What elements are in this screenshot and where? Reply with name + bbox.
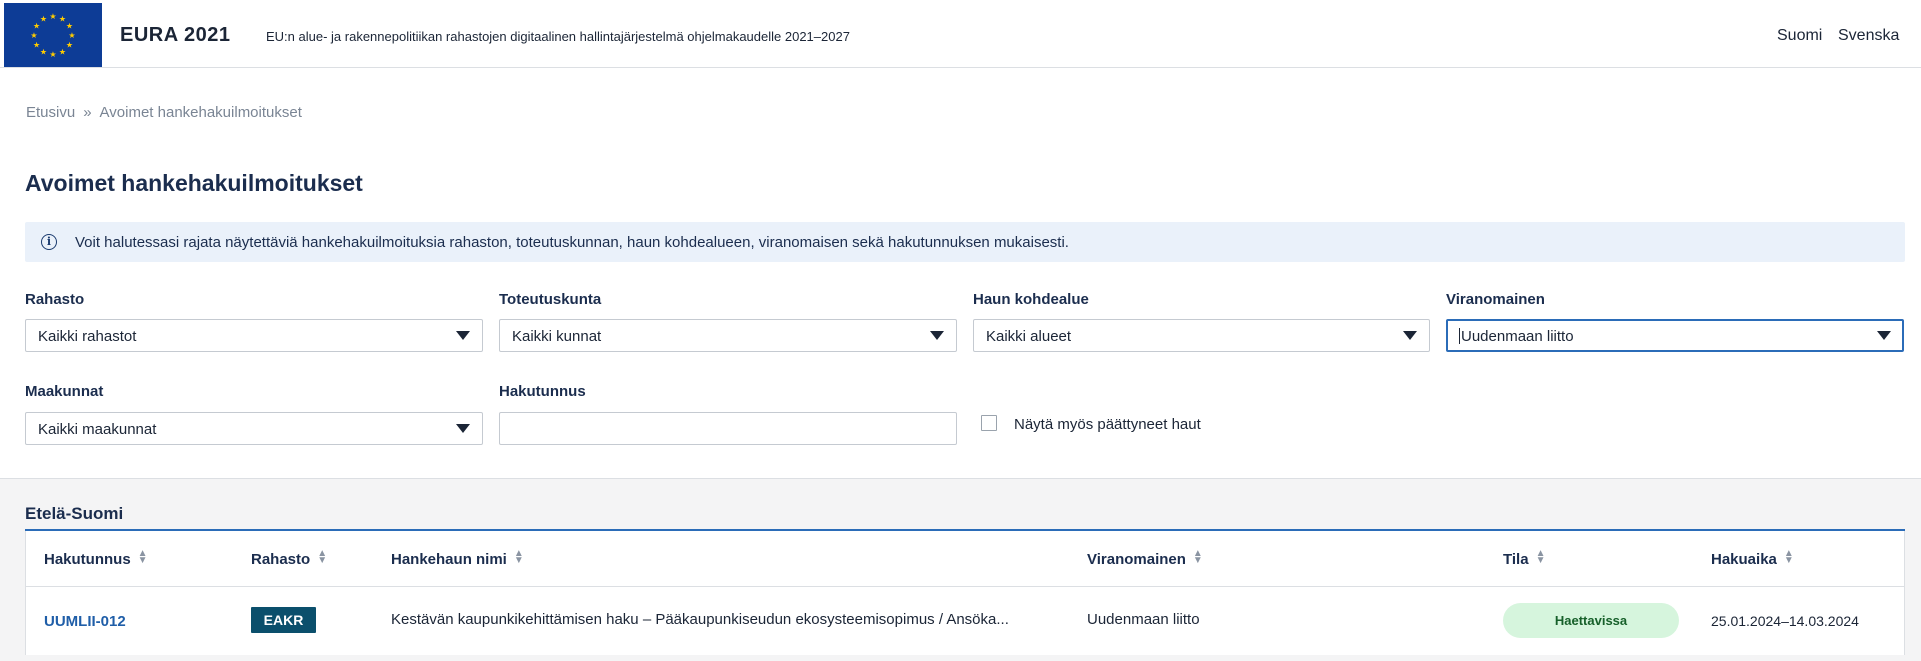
sort-icon: ▲ ▼ [1783, 548, 1794, 566]
chevron-down-icon [930, 331, 944, 340]
rahasto-label: Rahasto [25, 291, 85, 308]
kohdealue-value: Kaikki alueet [986, 328, 1072, 345]
toteutuskunta-select[interactable]: Kaikki kunnat [499, 319, 957, 352]
kohdealue-label: Haun kohdealue [973, 291, 1089, 308]
column-hakutunnus-label: Hakutunnus [44, 551, 131, 568]
flag-star: ★ [33, 41, 40, 50]
column-rahasto-label: Rahasto [251, 551, 311, 568]
sort-icon: ▲ ▼ [513, 548, 524, 566]
viranomainen-value-text: Uudenmaan liitto [1461, 328, 1574, 345]
flag-star: ★ [66, 22, 73, 31]
sort-icon: ▲ ▼ [1535, 548, 1546, 566]
flag-star: ★ [66, 41, 73, 50]
results-table: Hakutunnus ▲ ▼ Rahasto ▲ ▼ Hankehaun nimi ▲ ▼ … [25, 531, 1905, 655]
fund-badge: EAKR [251, 607, 316, 633]
status-badge: Haettavissa [1503, 603, 1679, 638]
hakutunnus-link[interactable]: UUMLII-012 [44, 613, 126, 630]
rahasto-value: Kaikki rahastot [38, 328, 137, 345]
column-rahasto[interactable]: Rahasto ▲ ▼ [251, 548, 328, 569]
maakunnat-select[interactable]: Kaikki maakunnat [25, 412, 483, 445]
sort-icon: ▲ ▼ [137, 548, 148, 566]
column-tila-label: Tila [1503, 551, 1529, 568]
column-nimi[interactable]: Hankehaun nimi ▲ ▼ [391, 548, 524, 569]
column-nimi-label: Hankehaun nimi [391, 551, 507, 568]
flag-star: ★ [49, 12, 56, 21]
show-ended-label[interactable]: Näytä myös päättyneet haut [1014, 416, 1201, 433]
column-hakutunnus[interactable]: Hakutunnus ▲ ▼ [44, 548, 148, 569]
column-hakuaika-label: Hakuaika [1711, 551, 1777, 568]
table-header-divider [26, 586, 1904, 587]
flag-star: ★ [59, 47, 66, 56]
hakutunnus-label: Hakutunnus [499, 383, 586, 400]
region-title: Etelä-Suomi [25, 504, 124, 523]
hakutunnus-input[interactable] [499, 412, 957, 445]
chevron-down-icon [1877, 331, 1891, 340]
info-icon: i [41, 234, 57, 250]
viranomainen-label: Viranomainen [1446, 291, 1545, 308]
info-notice: i Voit halutessasi rajata näytettäviä ha… [25, 222, 1905, 262]
flag-star: ★ [30, 31, 37, 40]
breadcrumb-current: Avoimet hankehakuilmoitukset [99, 104, 302, 121]
chevron-down-icon [456, 331, 470, 340]
flag-star: ★ [68, 31, 75, 40]
top-header: ★ ★ ★ ★ ★ ★ ★ ★ ★ ★ ★ ★ EURA 2021 EU:n alue- ja rak… [0, 0, 1921, 68]
info-text: Voit halutessasi rajata näytettäviä hank… [75, 234, 1069, 251]
flag-star: ★ [40, 15, 47, 24]
viranomainen-cell: Uudenmaan liitto [1087, 611, 1200, 628]
breadcrumb-separator: » [83, 104, 92, 121]
column-viranomainen-label: Viranomainen [1087, 551, 1186, 568]
show-ended-checkbox[interactable] [981, 415, 997, 431]
text-cursor [1459, 328, 1460, 344]
page-title: Avoimet hankehakuilmoitukset [25, 170, 363, 196]
eu-flag-logo[interactable]: ★ ★ ★ ★ ★ ★ ★ ★ ★ ★ ★ ★ [4, 3, 102, 67]
breadcrumb-home-link[interactable]: Etusivu [26, 104, 75, 121]
column-tila[interactable]: Tila ▲ ▼ [1503, 548, 1546, 569]
toteutuskunta-label: Toteutuskunta [499, 291, 602, 308]
sort-icon: ▲ ▼ [317, 548, 328, 566]
sort-icon: ▲ ▼ [1192, 548, 1203, 566]
viranomainen-value: Uudenmaan liitto [1459, 328, 1574, 345]
viranomainen-select[interactable]: Uudenmaan liitto [1446, 319, 1904, 352]
breadcrumb: Etusivu » Avoimet hankehakuilmoitukset [26, 104, 302, 121]
column-viranomainen[interactable]: Viranomainen ▲ ▼ [1087, 548, 1203, 569]
toteutuskunta-value: Kaikki kunnat [512, 328, 602, 345]
app-title[interactable]: EURA 2021 [120, 24, 230, 47]
flag-star: ★ [49, 50, 56, 59]
flag-star: ★ [40, 47, 47, 56]
hakuaika-cell: 25.01.2024–14.03.2024 [1711, 613, 1859, 629]
kohdealue-select[interactable]: Kaikki alueet [973, 319, 1430, 352]
chevron-down-icon [1403, 331, 1417, 340]
maakunnat-value: Kaikki maakunnat [38, 421, 157, 438]
language-suomi-link[interactable]: Suomi [1777, 27, 1822, 45]
chevron-down-icon [456, 424, 470, 433]
rahasto-select[interactable]: Kaikki rahastot [25, 319, 483, 352]
eu-flag-icon: ★ ★★★★★★★★★★★ [30, 12, 75, 59]
app-tagline: EU:n alue- ja rakennepolitiikan rahastoj… [266, 29, 850, 44]
hankehaun-nimi: Kestävän kaupunkikehittämisen haku – Pää… [391, 611, 1009, 628]
language-svenska-link[interactable]: Svenska [1838, 27, 1899, 45]
maakunnat-label: Maakunnat [25, 383, 104, 400]
column-hakuaika[interactable]: Hakuaika ▲ ▼ [1711, 548, 1794, 569]
